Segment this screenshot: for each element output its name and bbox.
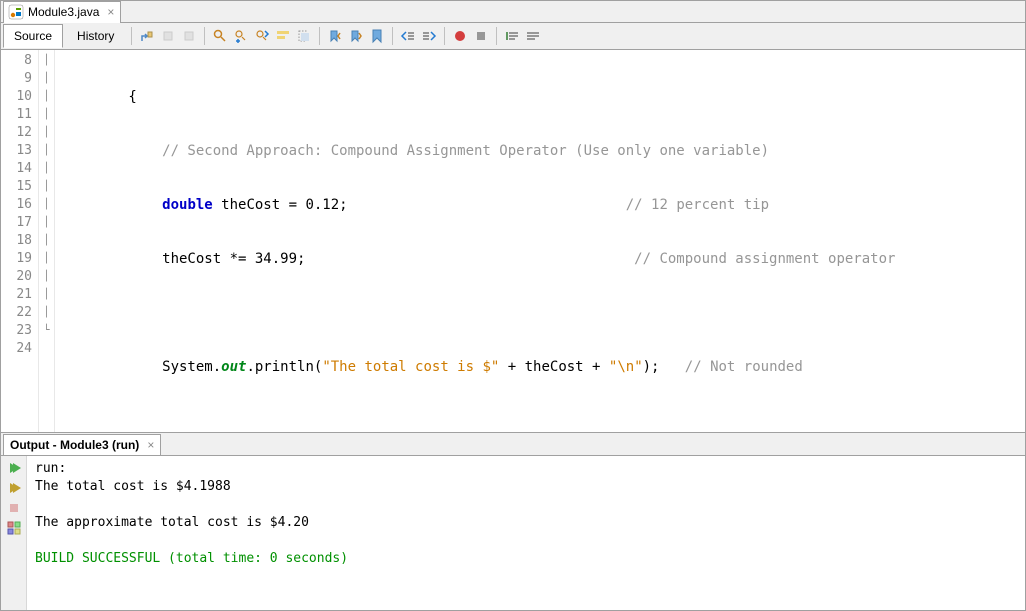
line-number-gutter: 89101112131415161718192021222324 (1, 50, 39, 432)
output-gutter (1, 456, 27, 610)
file-tab-label: Module3.java (28, 5, 99, 19)
output-line: The approximate total cost is $4.20 (35, 515, 309, 530)
file-tabbar: Module3.java × (1, 1, 1025, 23)
separator (204, 27, 205, 45)
code-line: theCost *= 34.99; // Compound assignment… (55, 250, 1025, 268)
toggle-bookmark-icon[interactable] (368, 27, 386, 45)
tab-history[interactable]: History (66, 24, 125, 48)
output-line: run: (35, 461, 66, 476)
toggle-rect-sel-icon[interactable] (295, 27, 313, 45)
find-prev-icon[interactable] (232, 27, 250, 45)
fold-column[interactable]: │││││││││││││││└ (39, 50, 55, 432)
output-body: run: The total cost is $4.1988 The appro… (1, 456, 1025, 610)
code-line: System.out.println("The total cost is $"… (55, 358, 1025, 376)
shift-right-icon[interactable] (420, 27, 438, 45)
code-area[interactable]: { // Second Approach: Compound Assignmen… (55, 50, 1025, 432)
separator (131, 27, 132, 45)
prev-bookmark-icon[interactable] (326, 27, 344, 45)
java-file-icon (8, 4, 24, 20)
output-tabbar: Output - Module3 (run) × (1, 433, 1025, 456)
rerun-alt-icon[interactable] (6, 480, 22, 496)
rerun-icon[interactable] (6, 460, 22, 476)
uncomment-icon[interactable] (524, 27, 542, 45)
stop-icon[interactable] (6, 500, 22, 516)
output-line: The total cost is $4.1988 (35, 479, 231, 494)
file-tab-module3[interactable]: Module3.java × (3, 1, 121, 23)
close-icon[interactable]: × (107, 6, 114, 18)
code-line: // Second Approach: Compound Assignment … (55, 142, 1025, 160)
separator (496, 27, 497, 45)
editor-toolbar: Source History (1, 23, 1025, 50)
back-icon[interactable] (159, 27, 177, 45)
output-tab[interactable]: Output - Module3 (run) × (3, 434, 161, 455)
code-line (55, 304, 1025, 322)
next-bookmark-icon[interactable] (347, 27, 365, 45)
find-next-icon[interactable] (253, 27, 271, 45)
output-success-line: BUILD SUCCESSFUL (total time: 0 seconds) (35, 551, 348, 566)
settings-icon[interactable] (6, 520, 22, 536)
code-line (55, 412, 1025, 430)
comment-icon[interactable] (503, 27, 521, 45)
close-icon[interactable]: × (147, 438, 154, 452)
output-panel: Output - Module3 (run) × run: The total … (1, 432, 1025, 610)
code-line: double theCost = 0.12; // 12 percent tip (55, 196, 1025, 214)
last-edit-icon[interactable] (138, 27, 156, 45)
macro-stop-icon[interactable] (472, 27, 490, 45)
code-editor[interactable]: 89101112131415161718192021222324 │││││││… (1, 50, 1025, 432)
toggle-highlight-icon[interactable] (274, 27, 292, 45)
forward-icon[interactable] (180, 27, 198, 45)
separator (392, 27, 393, 45)
shift-left-icon[interactable] (399, 27, 417, 45)
tab-source[interactable]: Source (3, 24, 63, 48)
separator (319, 27, 320, 45)
find-selection-icon[interactable] (211, 27, 229, 45)
code-line: { (55, 88, 1025, 106)
separator (444, 27, 445, 45)
macro-record-icon[interactable] (451, 27, 469, 45)
output-text[interactable]: run: The total cost is $4.1988 The appro… (27, 456, 1025, 610)
output-tab-label: Output - Module3 (run) (10, 438, 139, 452)
